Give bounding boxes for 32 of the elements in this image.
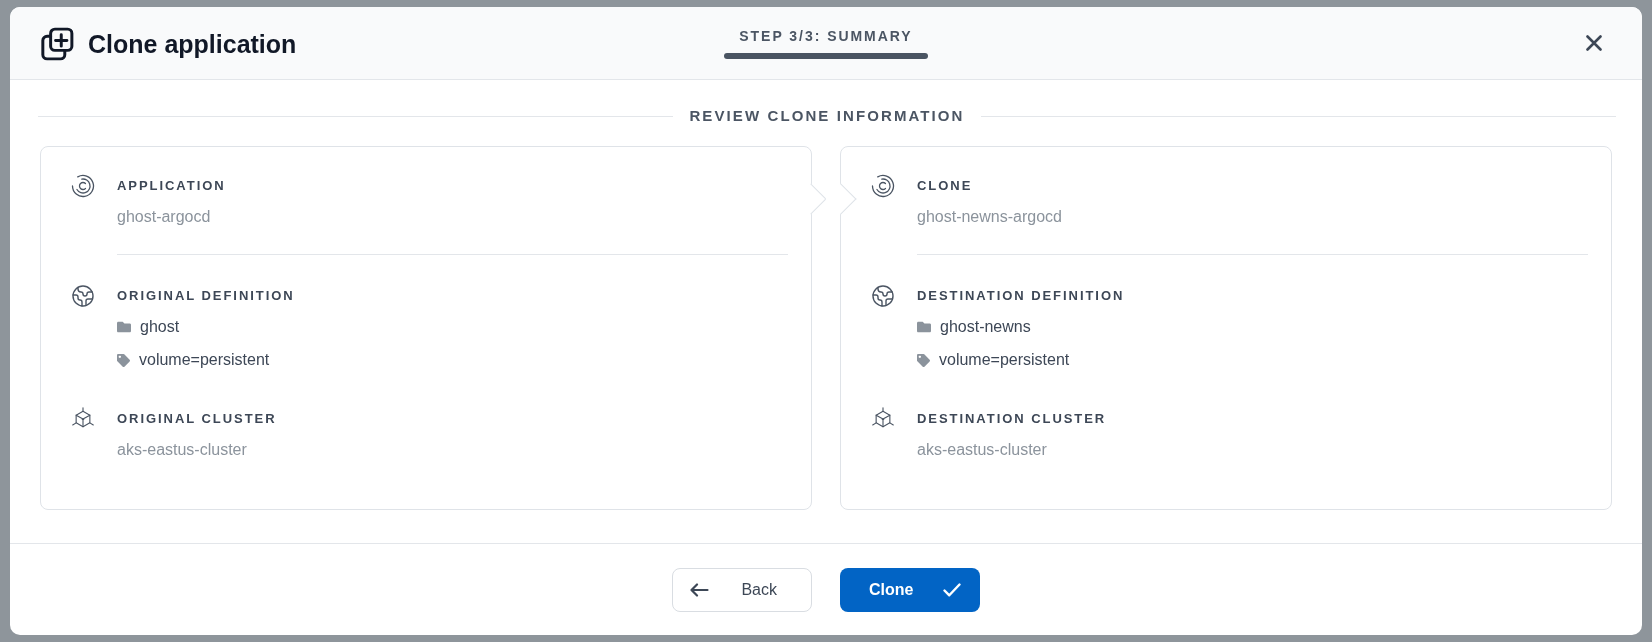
field-label: APPLICATION [117, 177, 226, 195]
field-label: ORIGINAL DEFINITION [117, 287, 295, 305]
field-value: aks-eastus-cluster [117, 440, 248, 460]
close-button[interactable] [1583, 32, 1605, 54]
folder-icon [117, 320, 131, 334]
field-label: ORIGINAL CLUSTER [117, 410, 277, 428]
definition-value: ghost [140, 317, 180, 337]
clone-button[interactable]: Clone [840, 567, 980, 612]
tag-icon [917, 353, 930, 367]
globe-icon [71, 284, 95, 308]
field-value: aks-eastus-cluster [917, 440, 1048, 460]
arrow-left-icon [690, 582, 709, 597]
field-label: CLONE [917, 177, 974, 195]
step-label: STEP 3/3: SUMMARY [739, 27, 913, 45]
tag-icon [117, 353, 130, 367]
dialog-title: Clone application [88, 29, 297, 59]
field-value: ghost-newns-argocd [917, 207, 1062, 227]
check-icon [943, 582, 961, 597]
copy-plus-icon [40, 27, 74, 61]
field-label: DESTINATION CLUSTER [917, 410, 1107, 428]
spiral-icon [871, 174, 895, 198]
folder-icon [917, 320, 931, 334]
definition-value: ghost-newns [940, 317, 1031, 337]
field-label: DESTINATION DEFINITION [917, 287, 1125, 305]
section-title: REVIEW CLONE INFORMATION [689, 108, 965, 124]
close-icon [1586, 35, 1602, 51]
field-value: ghost-argocd [117, 207, 212, 227]
back-button[interactable]: Back [672, 567, 812, 612]
definition-value: volume=persistent [939, 350, 1070, 370]
definition-value: volume=persistent [139, 350, 270, 370]
spiral-icon [71, 174, 95, 198]
globe-icon [871, 284, 895, 308]
